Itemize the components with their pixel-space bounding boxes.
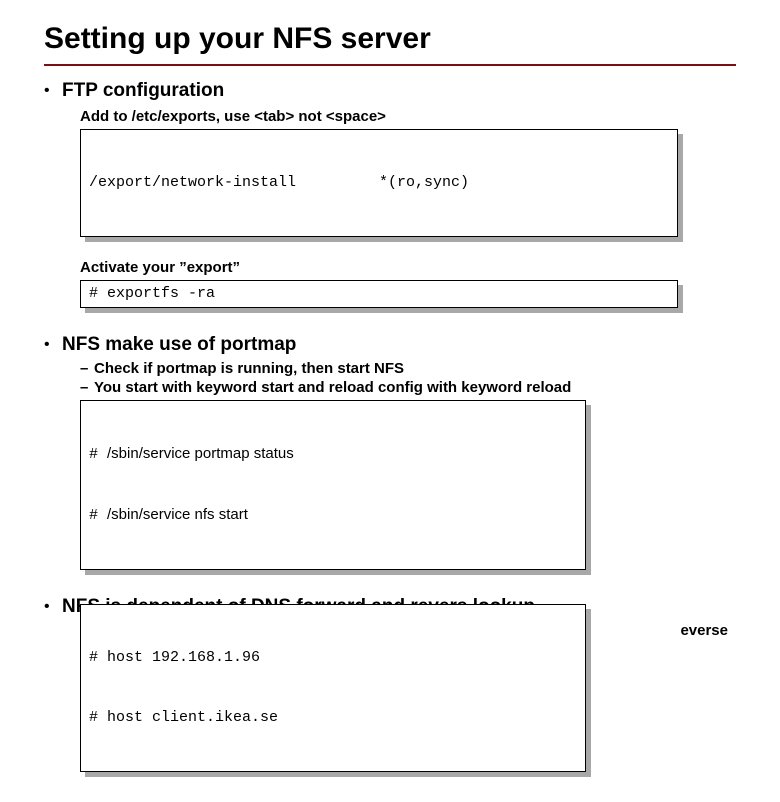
code-portmap-status: /sbin/service portmap status	[107, 445, 294, 462]
dash-mark: –	[80, 379, 94, 396]
bullet-dot: •	[44, 80, 62, 102]
codebox-content: # exportfs -ra	[80, 280, 678, 308]
bullet-portmap: • NFS make use of portmap	[44, 334, 736, 356]
codebox-content: # host 192.168.1.96 # host client.ikea.s…	[80, 604, 586, 772]
dash-check-portmap: – Check if portmap is running, then star…	[80, 360, 736, 377]
code-host-name: # host client.ikea.se	[89, 708, 577, 728]
bullet-label: FTP configuration	[62, 80, 224, 102]
codebox-content: # /sbin/service portmap status # /sbin/s…	[80, 400, 586, 570]
code-export-options: *(ro,sync)	[379, 173, 469, 193]
code-host-ip: # host 192.168.1.96	[89, 648, 577, 668]
dash-mark: –	[80, 360, 94, 377]
dash-text: Check if portmap is running, then start …	[94, 360, 404, 377]
dash-start-reload: – You start with keyword start and reloa…	[80, 379, 736, 396]
slide: Setting up your NFS server • FTP configu…	[0, 0, 780, 802]
code-hash: #	[89, 507, 107, 524]
code-hash: #	[89, 446, 107, 463]
code-nfs-start: /sbin/service nfs start	[107, 506, 248, 523]
codebox-content: /export/network-install *(ro,sync)	[80, 129, 678, 237]
codebox-exports: /export/network-install *(ro,sync)	[80, 129, 678, 237]
subhead-activate: Activate your ”export”	[80, 259, 736, 276]
code-export-path: /export/network-install	[89, 173, 379, 193]
bullet-dot: •	[44, 334, 62, 356]
codebox-host: # host 192.168.1.96 # host client.ikea.s…	[80, 604, 586, 772]
bullet-ftp-configuration: • FTP configuration	[44, 80, 736, 102]
dns-overlap-text: everse	[680, 622, 728, 639]
bullet-label: NFS make use of portmap	[62, 334, 296, 356]
bullet-dot: •	[44, 596, 62, 618]
dash-text: You start with keyword start and reload …	[94, 379, 571, 396]
subhead-exports: Add to /etc/exports, use <tab> not <spac…	[80, 108, 736, 125]
code-exportfs: # exportfs -ra	[89, 285, 215, 302]
title-rule	[44, 64, 736, 66]
slide-title: Setting up your NFS server	[44, 22, 736, 62]
codebox-exportfs: # exportfs -ra	[80, 280, 678, 308]
codebox-services: # /sbin/service portmap status # /sbin/s…	[80, 400, 586, 570]
